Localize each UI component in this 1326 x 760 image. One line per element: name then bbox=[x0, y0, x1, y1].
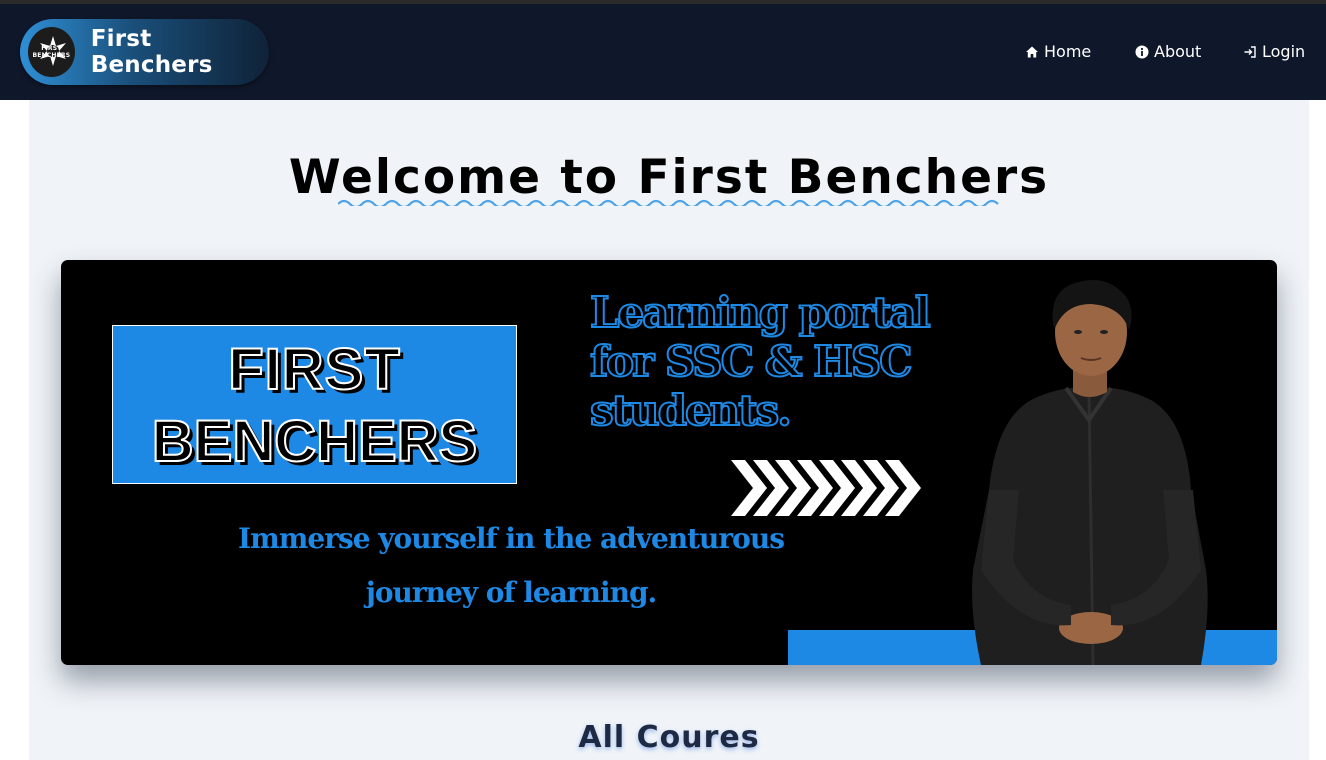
title-squiggle-underline bbox=[338, 199, 999, 206]
banner-immerse-line1: Immerse yourself in the adventurous bbox=[238, 522, 785, 555]
banner-tagline-line3: students. bbox=[589, 385, 793, 436]
banner-tagline: Learning portal for SSC & HSC students. bbox=[589, 287, 970, 436]
navbar: FIRST BENCHERS First Benchers Home About… bbox=[0, 4, 1326, 100]
login-icon bbox=[1244, 45, 1256, 58]
banner-tagline-line1: Learning portal bbox=[589, 287, 932, 338]
chevron-arrows-graphic bbox=[731, 460, 921, 516]
banner-logo-line1: FIRST bbox=[227, 336, 401, 403]
banner-logo-line2: BENCHERS bbox=[151, 408, 479, 475]
banner-immerse-line2: journey of learning. bbox=[365, 576, 658, 609]
banner-person-photo bbox=[972, 280, 1208, 665]
main-content: Welcome to First Benchers FIRST BENCHERS… bbox=[29, 100, 1309, 760]
nav-about-label: About bbox=[1154, 42, 1202, 61]
nav-login-link[interactable]: Login bbox=[1243, 42, 1305, 61]
nav-home-label: Home bbox=[1044, 42, 1092, 61]
hero-banner: FIRST BENCHERS Learning portal for SSC &… bbox=[61, 260, 1277, 665]
brand-name: First Benchers bbox=[90, 26, 213, 78]
home-icon bbox=[1026, 46, 1038, 57]
welcome-title: Welcome to First Benchers bbox=[288, 150, 1050, 205]
brand-logo: FIRST BENCHERS bbox=[28, 27, 75, 77]
brand-link[interactable]: FIRST BENCHERS First Benchers bbox=[20, 19, 269, 85]
nav-login-label: Login bbox=[1262, 42, 1306, 61]
banner-logo-box: FIRST BENCHERS bbox=[112, 325, 517, 484]
nav-about-link[interactable]: About bbox=[1135, 42, 1201, 61]
banner-tagline-line2: for SSC & HSC bbox=[589, 336, 914, 387]
nav-home-link[interactable]: Home bbox=[1025, 42, 1091, 61]
all-courses-heading: All Coures bbox=[578, 720, 760, 755]
info-icon bbox=[1135, 45, 1149, 58]
